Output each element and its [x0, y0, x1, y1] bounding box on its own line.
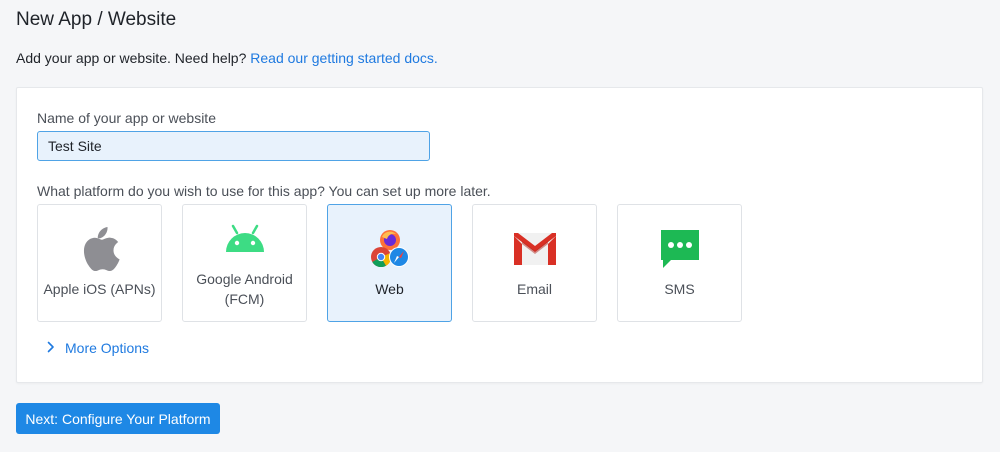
- sms-chat-icon: [658, 227, 702, 271]
- platform-option-web[interactable]: Web: [327, 204, 452, 322]
- more-options-label: More Options: [65, 340, 150, 356]
- chevron-right-icon: [47, 340, 55, 356]
- platform-option-email[interactable]: Email: [472, 204, 597, 322]
- help-text: Add your app or website. Need help?: [16, 50, 251, 66]
- gmail-icon: [513, 227, 557, 271]
- page-title: New App / Website: [16, 9, 177, 30]
- platform-question-label: What platform do you wish to use for thi…: [37, 183, 491, 199]
- app-name-input[interactable]: [37, 131, 430, 161]
- getting-started-link[interactable]: Read our getting started docs.: [250, 50, 438, 66]
- platform-label-sms: SMS: [664, 281, 695, 297]
- platform-label-email: Email: [516, 281, 552, 297]
- platform-option-sms[interactable]: SMS: [617, 204, 742, 322]
- new-app-card: Name of your app or website What platfor…: [16, 87, 983, 383]
- platform-label-web: Web: [375, 281, 404, 297]
- more-options-toggle[interactable]: More Options: [47, 340, 149, 356]
- platform-label-android: Google Android (FCM): [196, 271, 293, 307]
- name-field-label: Name of your app or website: [37, 110, 216, 126]
- platform-label-ios: Apple iOS (APNs): [43, 281, 156, 297]
- platform-options: Apple iOS (APNs) Google Android (FCM) We…: [37, 204, 742, 322]
- apple-icon: [78, 227, 122, 271]
- next-configure-button[interactable]: Next: Configure Your Platform: [16, 403, 220, 434]
- browsers-icon: [368, 227, 412, 271]
- help-line: Add your app or website. Need help? Read…: [16, 50, 438, 66]
- platform-option-android[interactable]: Google Android (FCM): [182, 204, 307, 322]
- android-icon: [223, 217, 267, 261]
- platform-option-ios[interactable]: Apple iOS (APNs): [37, 204, 162, 322]
